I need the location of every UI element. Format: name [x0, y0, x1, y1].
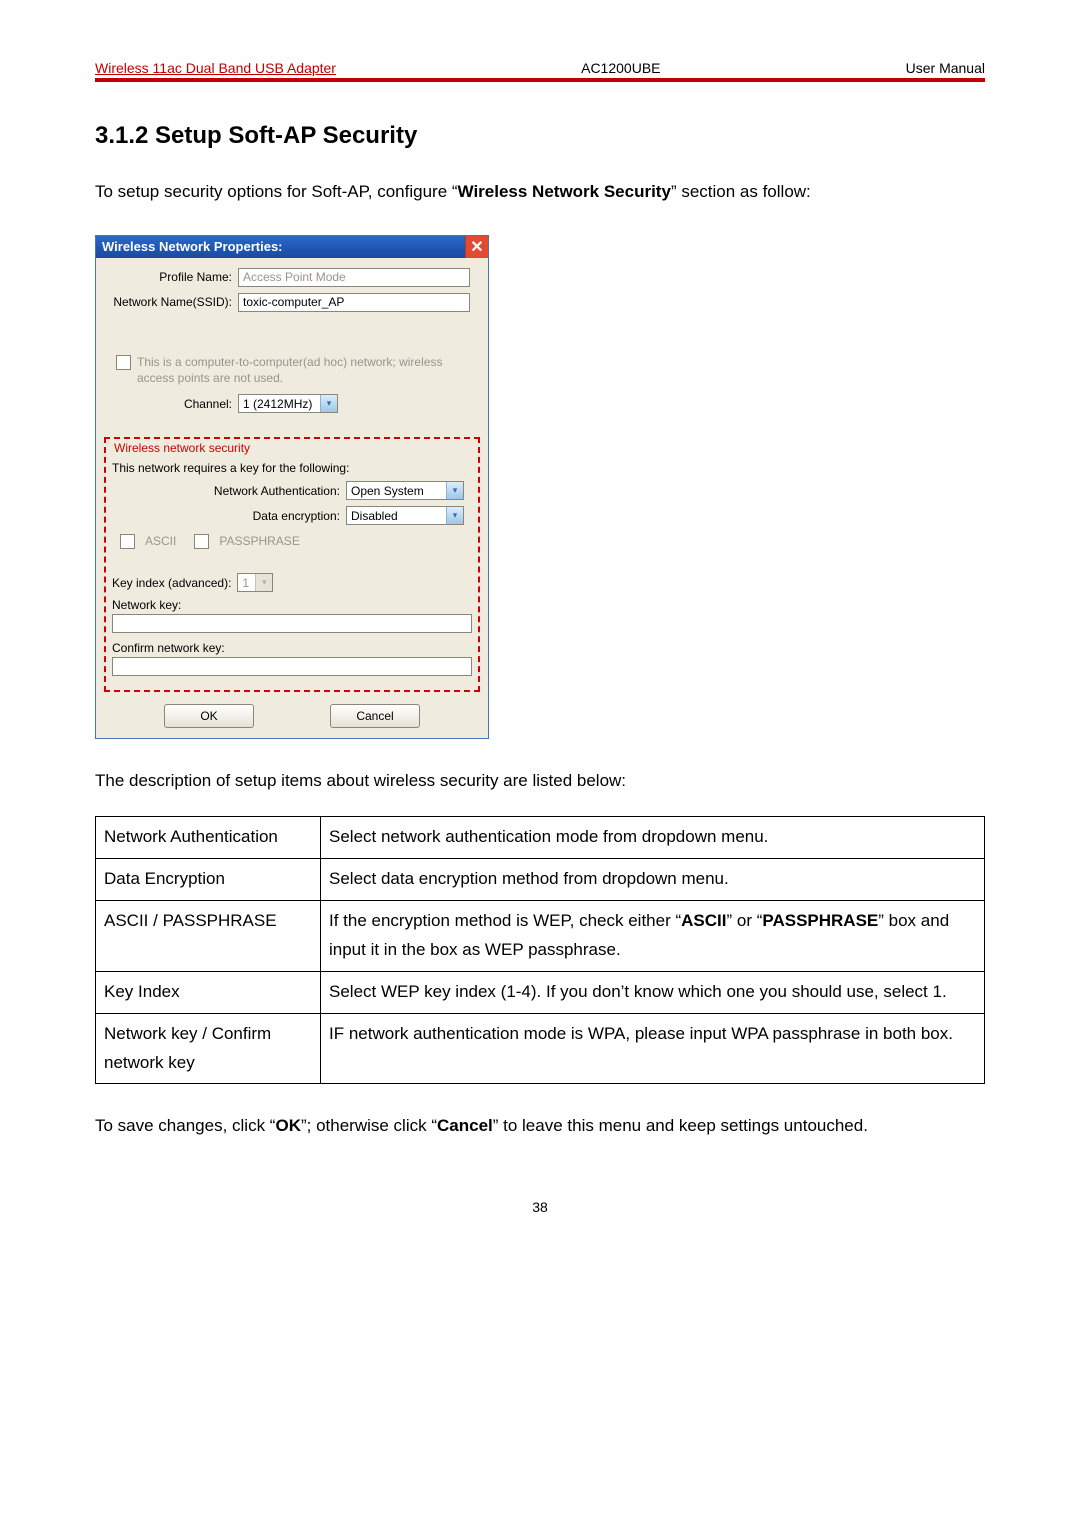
cell: IF network authentication mode is WPA, p…: [321, 1013, 985, 1084]
security-section: Wireless network security This network r…: [104, 437, 480, 692]
auth-label: Network Authentication:: [112, 484, 346, 498]
doc-header-right: User Manual: [906, 60, 985, 76]
table-row: Network key / Confirm network key IF net…: [96, 1013, 985, 1084]
ascii-checkbox[interactable]: [120, 534, 135, 549]
encryption-value: Disabled: [347, 509, 446, 523]
cell: Network key / Confirm network key: [96, 1013, 321, 1084]
t: ”; otherwise click “: [301, 1116, 437, 1135]
profile-name-field: Access Point Mode: [238, 268, 470, 287]
passphrase-label: PASSPHRASE: [219, 534, 299, 548]
t: PASSPHRASE: [762, 911, 878, 930]
wireless-properties-dialog: Wireless Network Properties: ✕ Profile N…: [95, 235, 489, 739]
channel-value: 1 (2412MHz): [239, 397, 320, 411]
t: ” or “: [726, 911, 762, 930]
cell: Select network authentication mode from …: [321, 817, 985, 859]
auth-select[interactable]: Open System ▾: [346, 481, 464, 500]
encryption-select[interactable]: Disabled ▾: [346, 506, 464, 525]
profile-name-label: Profile Name:: [104, 270, 238, 284]
confirm-key-label: Confirm network key:: [112, 641, 472, 655]
chevron-down-icon: ▾: [255, 574, 272, 591]
intro-text-bold: Wireless Network Security: [458, 182, 671, 201]
cell: If the encryption method is WEP, check e…: [321, 900, 985, 971]
table-row: Key Index Select WEP key index (1-4). If…: [96, 971, 985, 1013]
t: If the encryption method is WEP, check e…: [329, 911, 681, 930]
adhoc-text: This is a computer-to-computer(ad hoc) n…: [137, 354, 480, 386]
cell: Network Authentication: [96, 817, 321, 859]
cell: Data Encryption: [96, 859, 321, 901]
section-title: 3.1.2 Setup Soft-AP Security: [95, 122, 985, 150]
ssid-label: Network Name(SSID):: [104, 295, 238, 309]
network-key-field[interactable]: [112, 614, 472, 633]
channel-select[interactable]: 1 (2412MHz) ▾: [238, 394, 338, 413]
security-legend: Wireless network security: [112, 441, 252, 455]
doc-header-center: AC1200UBE: [336, 60, 906, 76]
auth-value: Open System: [347, 484, 446, 498]
cell: Key Index: [96, 971, 321, 1013]
chevron-down-icon: ▾: [320, 395, 337, 412]
chevron-down-icon: ▾: [446, 507, 463, 524]
table-row: Network Authentication Select network au…: [96, 817, 985, 859]
dialog-body: Profile Name: Access Point Mode Network …: [96, 258, 488, 738]
page-number: 38: [95, 1199, 985, 1215]
cell: ASCII / PASSPHRASE: [96, 900, 321, 971]
security-text: This network requires a key for the foll…: [112, 461, 472, 475]
passphrase-checkbox[interactable]: [194, 534, 209, 549]
t: ASCII: [681, 911, 726, 930]
key-index-select: 1 ▾: [237, 573, 273, 592]
dialog-title-text: Wireless Network Properties:: [102, 239, 465, 254]
intro-text-post: ” section as follow:: [671, 182, 811, 201]
doc-header: Wireless 11ac Dual Band USB Adapter AC12…: [95, 60, 985, 82]
encryption-label: Data encryption:: [112, 509, 346, 523]
key-index-label: Key index (advanced):: [112, 576, 237, 590]
doc-header-left: Wireless 11ac Dual Band USB Adapter: [95, 60, 336, 76]
channel-label: Channel:: [104, 397, 238, 411]
dialog-titlebar: Wireless Network Properties: ✕: [96, 236, 488, 258]
t: Cancel: [437, 1116, 493, 1135]
cell: Select data encryption method from dropd…: [321, 859, 985, 901]
adhoc-checkbox[interactable]: [116, 355, 131, 370]
t: OK: [275, 1116, 301, 1135]
key-index-value: 1: [238, 576, 255, 590]
confirm-key-field[interactable]: [112, 657, 472, 676]
chevron-down-icon: ▾: [446, 482, 463, 499]
cancel-button[interactable]: Cancel: [330, 704, 420, 728]
t: To save changes, click “: [95, 1116, 275, 1135]
table-intro: The description of setup items about wir…: [95, 767, 985, 796]
table-row: ASCII / PASSPHRASE If the encryption met…: [96, 900, 985, 971]
intro-paragraph: To setup security options for Soft-AP, c…: [95, 178, 985, 207]
footer-paragraph: To save changes, click “OK”; otherwise c…: [95, 1112, 985, 1141]
ok-button[interactable]: OK: [164, 704, 254, 728]
intro-text-pre: To setup security options for Soft-AP, c…: [95, 182, 458, 201]
description-table: Network Authentication Select network au…: [95, 816, 985, 1084]
cell: Select WEP key index (1-4). If you don’t…: [321, 971, 985, 1013]
ascii-label: ASCII: [145, 534, 176, 548]
close-icon[interactable]: ✕: [465, 236, 488, 258]
ssid-field[interactable]: toxic-computer_AP: [238, 293, 470, 312]
table-row: Data Encryption Select data encryption m…: [96, 859, 985, 901]
network-key-label: Network key:: [112, 598, 472, 612]
t: ” to leave this menu and keep settings u…: [493, 1116, 868, 1135]
